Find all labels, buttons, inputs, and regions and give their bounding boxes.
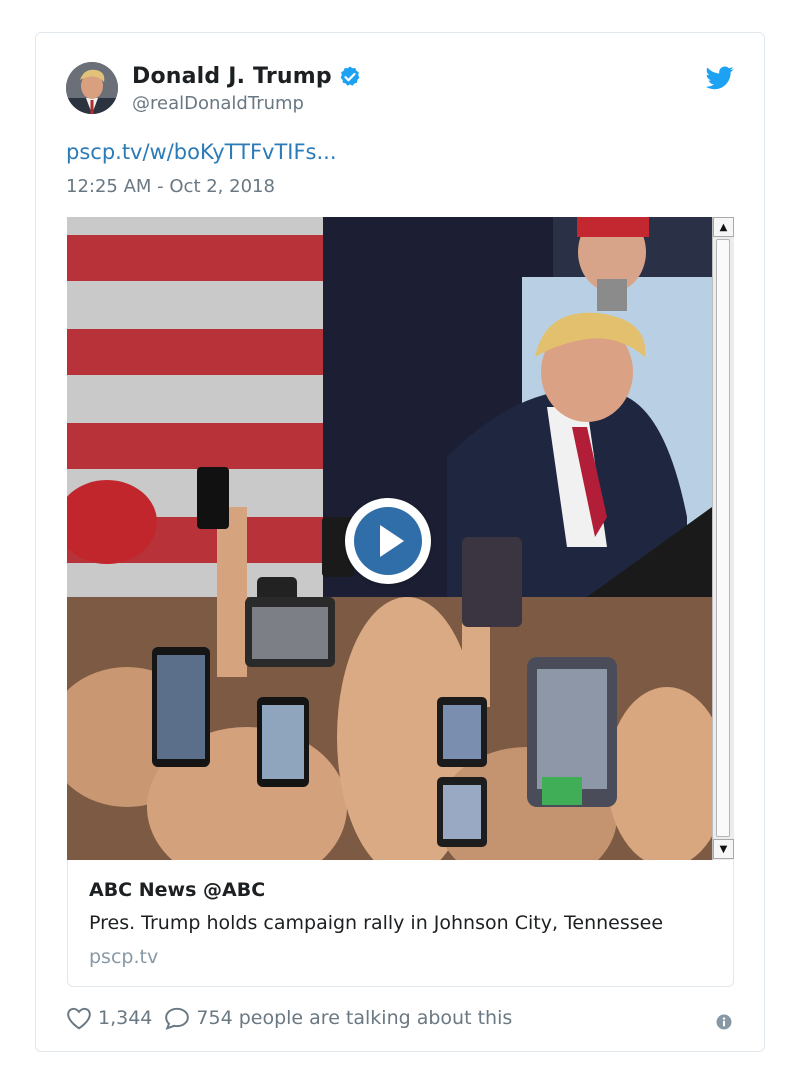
- author-name-row: Donald J. Trump: [132, 64, 362, 89]
- twitter-bird-icon[interactable]: [706, 66, 734, 90]
- play-button[interactable]: [345, 498, 431, 584]
- display-name[interactable]: Donald J. Trump: [132, 64, 332, 89]
- tweet-actions: 1,344 754 people are talking about this: [66, 1006, 512, 1030]
- link-card-footer[interactable]: ABC News @ABC Pres. Trump holds campaign…: [67, 860, 734, 987]
- play-icon: [354, 507, 422, 575]
- scroll-up-arrow-icon: ▲: [719, 221, 728, 233]
- speech-bubble-icon[interactable]: [164, 1006, 190, 1030]
- info-icon[interactable]: [716, 1014, 732, 1030]
- scroll-down-arrow-icon: ▼: [719, 843, 728, 855]
- scrollbar-thumb[interactable]: [716, 239, 730, 837]
- like-count[interactable]: 1,344: [98, 1007, 152, 1029]
- verified-badge-icon: [340, 66, 360, 86]
- video-media[interactable]: ▲ ▼: [67, 217, 734, 860]
- avatar-image: [66, 62, 118, 114]
- user-handle[interactable]: @realDonaldTrump: [132, 93, 304, 114]
- media-scrollbar[interactable]: ▲ ▼: [712, 217, 734, 860]
- scroll-up-button[interactable]: ▲: [713, 217, 734, 237]
- tweet-timestamp[interactable]: 12:25 AM - Oct 2, 2018: [66, 176, 275, 197]
- scroll-down-button[interactable]: ▼: [713, 839, 734, 859]
- tweet-link[interactable]: pscp.tv/w/boKyTTFvTIFs...: [66, 140, 337, 164]
- card-domain[interactable]: pscp.tv: [89, 946, 158, 968]
- avatar[interactable]: [66, 62, 118, 114]
- talking-count[interactable]: 754 people are talking about this: [196, 1007, 512, 1029]
- card-title[interactable]: ABC News @ABC: [89, 879, 265, 901]
- embedded-tweet-card: Donald J. Trump @realDonaldTrump pscp.tv…: [35, 32, 765, 1052]
- card-description[interactable]: Pres. Trump holds campaign rally in John…: [89, 912, 663, 934]
- heart-icon[interactable]: [66, 1006, 92, 1030]
